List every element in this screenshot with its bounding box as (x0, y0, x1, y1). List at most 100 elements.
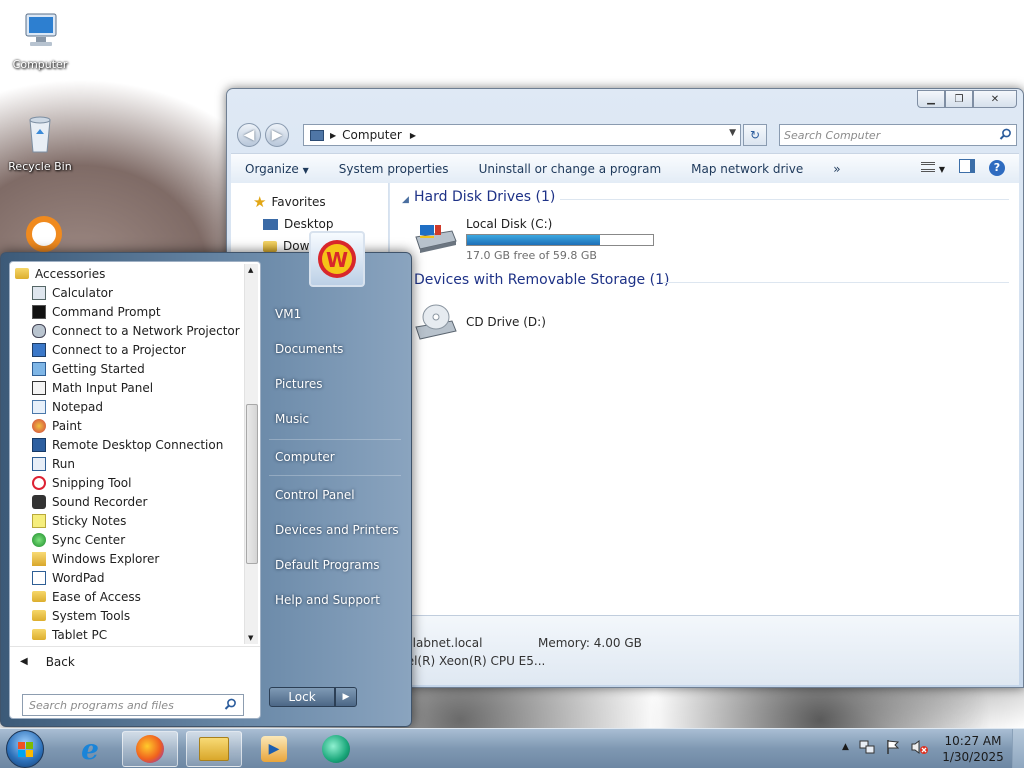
program-folder-accessories[interactable]: Accessories (10, 264, 246, 283)
program-item[interactable]: Ease of Access (10, 587, 246, 606)
program-item[interactable]: Sound Recorder (10, 492, 246, 511)
scrollbar-thumb[interactable] (246, 404, 258, 564)
recycle-bin-icon (18, 112, 62, 156)
start-item-default-programs[interactable]: Default Programs (275, 558, 380, 572)
details-memory: Memory: 4.00 GB (538, 636, 642, 650)
desktop-icon-recycle-bin[interactable]: Recycle Bin (2, 112, 78, 173)
taskbar-media-player[interactable]: ▶ (246, 731, 302, 767)
cd-drive-icon (412, 303, 458, 343)
arrow-left-icon: ◀ (243, 127, 255, 143)
group-toggle-icon[interactable]: ◢ (402, 195, 409, 205)
program-item[interactable]: Calculator (10, 283, 246, 302)
back-label: Back (45, 654, 75, 669)
address-bar[interactable]: ▶ Computer ▶ ▼ (303, 124, 741, 146)
back-button[interactable]: ◀ (237, 123, 261, 147)
removable-storage-group-header[interactable]: Devices with Removable Storage (1) (414, 272, 669, 288)
hard-disk-group-header[interactable]: Hard Disk Drives (1) (414, 189, 555, 205)
back-arrow-icon: ◀ (20, 656, 28, 667)
program-item[interactable]: Getting Started (10, 359, 246, 378)
breadcrumb-computer[interactable]: Computer (342, 128, 402, 142)
change-view-button[interactable]: ▼ (921, 161, 945, 175)
program-item[interactable]: Connect to a Network Projector (10, 321, 246, 340)
ring-app-icon[interactable] (26, 216, 62, 252)
program-item[interactable]: Windows Explorer (10, 549, 246, 568)
program-item[interactable]: System Tools (10, 606, 246, 625)
uninstall-program-button[interactable]: Uninstall or change a program (479, 162, 662, 176)
view-controls: ▼ ? (921, 159, 1005, 176)
program-item[interactable]: Notepad (10, 397, 246, 416)
scroll-up-icon[interactable]: ▲ (248, 266, 253, 274)
show-desktop-button[interactable] (1012, 729, 1024, 768)
program-item[interactable]: Math Input Panel (10, 378, 246, 397)
start-item-pictures[interactable]: Pictures (275, 377, 323, 391)
refresh-button[interactable]: ↻ (743, 124, 767, 146)
maximize-button[interactable]: ❐ (945, 90, 973, 108)
taskbar-windows-explorer[interactable] (186, 731, 242, 767)
start-button[interactable] (6, 730, 44, 768)
scroll-down-icon[interactable]: ▼ (248, 634, 253, 642)
computer-icon (18, 10, 62, 54)
windows-logo-icon (18, 742, 33, 757)
more-commands-button[interactable]: » (833, 162, 840, 176)
system-properties-button[interactable]: System properties (339, 162, 449, 176)
map-network-drive-button[interactable]: Map network drive (691, 162, 803, 176)
program-item[interactable]: Run (10, 454, 246, 473)
nav-item-favorites[interactable]: ★ Favorites (253, 193, 326, 211)
forward-button[interactable]: ▶ (265, 123, 289, 147)
preview-pane-button[interactable] (959, 159, 975, 176)
show-hidden-icons-button[interactable]: ▲ (842, 739, 849, 758)
program-item[interactable]: WordPad (10, 568, 246, 587)
start-item-help-support[interactable]: Help and Support (275, 593, 380, 607)
network-icon[interactable] (859, 739, 875, 758)
program-label: Windows Explorer (52, 551, 160, 566)
lock-button[interactable]: Lock (269, 687, 335, 707)
program-label: Remote Desktop Connection (52, 437, 224, 452)
view-options-icon (921, 161, 936, 172)
clock[interactable]: 10:27 AM 1/30/2025 (940, 733, 1006, 765)
start-item-user[interactable]: VM1 (275, 307, 301, 321)
nav-item-downloads[interactable]: Dow (263, 239, 309, 253)
nav-item-desktop[interactable]: Desktop (263, 217, 334, 231)
program-item[interactable]: Sticky Notes (10, 511, 246, 530)
user-avatar-icon: W (318, 240, 356, 278)
program-item[interactable]: Command Prompt (10, 302, 246, 321)
drive-name: Local Disk (C:) (466, 217, 553, 231)
program-label: Sticky Notes (52, 513, 127, 528)
start-item-computer[interactable]: Computer (275, 450, 335, 464)
program-item[interactable]: Remote Desktop Connection (10, 435, 246, 454)
taskbar-internet-explorer[interactable]: e (62, 731, 118, 767)
back-button[interactable]: ◀ Back (10, 646, 260, 676)
program-list-scrollbar[interactable]: ▲ ▼ (244, 264, 258, 644)
shutdown-options-button[interactable]: ▶ (335, 687, 357, 707)
taskbar-firefox[interactable] (122, 731, 178, 767)
program-item[interactable]: Tablet PC (10, 625, 246, 644)
drive-local-disk[interactable]: Local Disk (C:) 17.0 GB free of 59.8 GB (412, 217, 654, 262)
minimize-button[interactable]: ▁ (917, 90, 945, 108)
close-button[interactable]: ✕ (973, 90, 1017, 108)
start-item-documents[interactable]: Documents (275, 342, 343, 356)
drive-cd[interactable]: CD Drive (D:) (412, 303, 546, 343)
taskbar-app[interactable] (308, 731, 364, 767)
start-search-input[interactable]: Search programs and files (22, 694, 244, 716)
arrow-right-icon: ▶ (342, 692, 350, 702)
volume-muted-icon[interactable] (911, 739, 929, 758)
program-item[interactable]: Snipping Tool (10, 473, 246, 492)
start-item-music[interactable]: Music (275, 412, 309, 426)
clock-date: 1/30/2025 (942, 750, 1004, 764)
program-item[interactable]: Sync Center (10, 530, 246, 549)
breadcrumb-chevron-icon[interactable]: ▶ (410, 131, 416, 140)
program-item[interactable]: Connect to a Projector (10, 340, 246, 359)
hard-drive-icon (412, 221, 458, 261)
start-item-control-panel[interactable]: Control Panel (275, 488, 355, 502)
desktop-icon-computer[interactable]: Computer (2, 10, 78, 71)
user-picture[interactable]: W (309, 231, 365, 287)
microphone-icon (32, 494, 46, 509)
action-center-flag-icon[interactable] (885, 739, 901, 758)
explorer-search-input[interactable]: Search Computer (779, 124, 1017, 146)
teal-app-icon (322, 735, 350, 763)
help-button[interactable]: ? (989, 159, 1005, 176)
start-item-devices-printers[interactable]: Devices and Printers (275, 523, 399, 537)
address-dropdown-icon[interactable]: ▼ (729, 128, 736, 138)
program-item[interactable]: Paint (10, 416, 246, 435)
organize-button[interactable]: Organize ▼ (245, 162, 309, 176)
